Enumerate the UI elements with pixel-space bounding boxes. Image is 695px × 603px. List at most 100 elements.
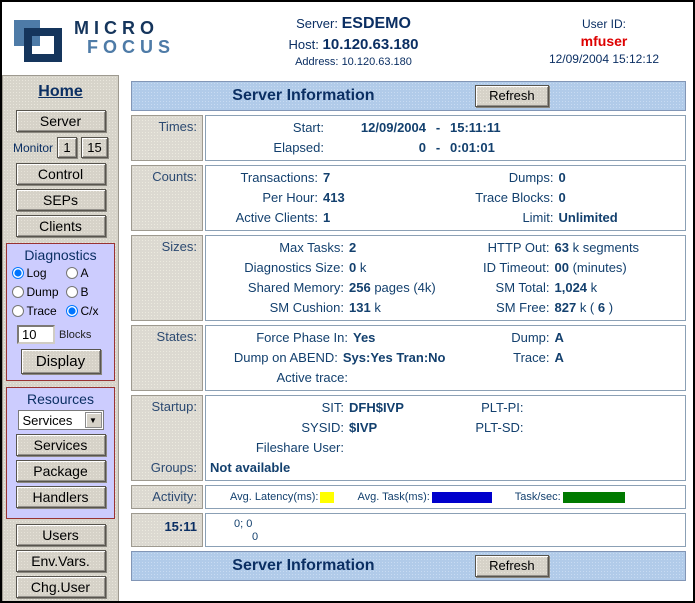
address-label: Address: xyxy=(295,56,338,68)
field-row: Limit:Unlimited xyxy=(446,208,686,228)
blocks-input[interactable] xyxy=(17,325,55,344)
field-row: Per Hour:413 xyxy=(206,188,446,208)
esmac-server-page: MICRO FOCUS Server: ESDEMO Host: 10.120.… xyxy=(0,0,695,603)
field-row: PLT-PI: xyxy=(446,398,686,418)
header: MICRO FOCUS Server: ESDEMO Host: 10.120.… xyxy=(2,2,693,75)
handlers-button[interactable]: Handlers xyxy=(16,486,106,508)
field-row: PLT-SD: xyxy=(446,418,686,438)
field-row: SM Total:1,024 k xyxy=(446,278,686,298)
sizes-section: Sizes: Max Tasks:2 Diagnostics Size:0 k … xyxy=(131,235,686,321)
display-button[interactable]: Display xyxy=(21,349,101,374)
field-row: Fileshare User: xyxy=(206,438,446,458)
diagnostics-title: Diagnostics xyxy=(7,247,114,263)
counts-section: Counts: Transactions:7 Per Hour:413 Acti… xyxy=(131,165,686,231)
refresh-button-top[interactable]: Refresh xyxy=(475,85,549,107)
radio-b[interactable]: B xyxy=(66,285,110,299)
states-section: States: Force Phase In:Yes Dump on ABEND… xyxy=(131,325,686,391)
sidebar: Home Server Monitor 1 15 Control SEPs Cl… xyxy=(2,75,119,601)
page-title: Server Information xyxy=(132,87,475,105)
bottom-title-bar: Server Information Refresh xyxy=(131,551,686,581)
host-value: 10.120.63.180 xyxy=(323,36,419,53)
users-button[interactable]: Users xyxy=(16,524,106,546)
field-row: Active trace: xyxy=(206,368,446,388)
field-row: Max Tasks:2 xyxy=(206,238,446,258)
times-label: Times: xyxy=(131,115,203,161)
server-name: ESDEMO xyxy=(342,15,411,32)
seps-button[interactable]: SEPs xyxy=(16,189,106,211)
home-link[interactable]: Home xyxy=(38,83,82,101)
counts-label: Counts: xyxy=(131,165,203,231)
monitor-15-button[interactable]: 15 xyxy=(81,137,108,158)
radio-cx[interactable]: C/x xyxy=(66,304,110,318)
field-row: SYSID:$IVP xyxy=(206,418,446,438)
field-row: Diagnostics Size:0 k xyxy=(206,258,446,278)
task-sec-swatch xyxy=(563,492,625,503)
resources-select[interactable]: Services ▼ xyxy=(18,410,104,430)
address-value: 10.120.63.180 xyxy=(342,56,412,68)
groups-value: Not available xyxy=(206,458,685,478)
logo-text-focus: FOCUS xyxy=(87,38,175,57)
groups-label: Groups: xyxy=(132,460,197,475)
legend-task-sec: Task/sec: xyxy=(515,491,625,503)
diagnostics-panel: Diagnostics Log A Dump B Trace C/x Block… xyxy=(6,243,115,381)
logo-text-micro: MICRO xyxy=(74,19,175,38)
activity-time: 15:11 xyxy=(131,513,203,547)
radio-a[interactable]: A xyxy=(66,266,110,280)
micro-focus-logo: MICRO FOCUS xyxy=(2,2,192,75)
field-row: ID Timeout:00 (minutes) xyxy=(446,258,686,278)
user-id-value: mfuser xyxy=(515,33,693,49)
control-button[interactable]: Control xyxy=(16,163,106,185)
clients-button[interactable]: Clients xyxy=(16,215,106,237)
activity-section: Activity: Avg. Latency(ms): Avg. Task(ms… xyxy=(131,485,686,509)
monitor-row: Monitor 1 15 xyxy=(3,137,118,158)
startup-section: Startup: Groups: SIT:DFH$IVP SYSID:$IVP … xyxy=(131,395,686,481)
radio-log[interactable]: Log xyxy=(12,266,66,280)
field-row: Dump on ABEND:Sys:Yes Tran:No xyxy=(206,348,446,368)
server-identity: Server: ESDEMO Host: 10.120.63.180 Addre… xyxy=(192,2,515,75)
activity-time-section: 15:11 0; 0 0 xyxy=(131,513,686,547)
elapsed-time-row: Elapsed: 0 - 0:01:01 xyxy=(206,138,685,158)
radio-dump[interactable]: Dump xyxy=(12,285,66,299)
server-button[interactable]: Server xyxy=(16,110,106,132)
resources-panel: Resources Services ▼ Services Package Ha… xyxy=(6,387,115,519)
legend-latency: Avg. Latency(ms): xyxy=(230,491,334,503)
field-row: Shared Memory:256 pages (4k) xyxy=(206,278,446,298)
server-label: Server: xyxy=(296,16,338,31)
user-id-label: User ID: xyxy=(515,17,693,31)
resources-title: Resources xyxy=(7,391,114,407)
main-panel: Server Information Refresh Times: Start:… xyxy=(119,75,693,601)
envvars-button[interactable]: Env.Vars. xyxy=(16,550,106,572)
blocks-label: Blocks xyxy=(59,329,91,341)
field-row: Active Clients:1 xyxy=(206,208,446,228)
sizes-label: Sizes: xyxy=(131,235,203,321)
field-row: Trace Blocks:0 xyxy=(446,188,686,208)
top-title-bar: Server Information Refresh xyxy=(131,81,686,111)
resources-select-value: Services xyxy=(19,413,85,428)
legend-avg-task: Avg. Task(ms): xyxy=(357,491,491,503)
monitor-1-button[interactable]: 1 xyxy=(57,137,77,158)
refresh-button-bottom[interactable]: Refresh xyxy=(475,555,549,577)
package-button[interactable]: Package xyxy=(16,460,106,482)
user-info: User ID: mfuser 12/09/2004 15:12:12 xyxy=(515,2,693,75)
datetime: 12/09/2004 15:12:12 xyxy=(515,52,693,66)
field-row: Trace:A xyxy=(446,348,686,368)
start-time-row: Start: 12/09/2004 - 15:11:11 xyxy=(206,118,685,138)
diagnostics-radio-group: Log A Dump B Trace C/x xyxy=(7,266,114,318)
latency-swatch xyxy=(320,492,334,503)
field-row: Dumps:0 xyxy=(446,168,686,188)
field-row: Dump:A xyxy=(446,328,686,348)
chguser-button[interactable]: Chg.User xyxy=(16,576,106,598)
field-row: SIT:DFH$IVP xyxy=(206,398,446,418)
field-row: SM Cushion:131 k xyxy=(206,298,446,318)
activity-legend: Avg. Latency(ms): Avg. Task(ms): Task/se… xyxy=(206,488,685,506)
dropdown-arrow-icon[interactable]: ▼ xyxy=(85,412,102,428)
activity-values: 0; 0 0 xyxy=(206,516,685,544)
field-row: HTTP Out:63 k segments xyxy=(446,238,686,258)
bottom-page-title: Server Information xyxy=(132,557,475,575)
services-button[interactable]: Services xyxy=(16,434,106,456)
field-row: Force Phase In:Yes xyxy=(206,328,446,348)
activity-label: Activity: xyxy=(131,485,203,509)
radio-trace[interactable]: Trace xyxy=(12,304,66,318)
states-label: States: xyxy=(131,325,203,391)
host-label: Host: xyxy=(289,37,319,52)
